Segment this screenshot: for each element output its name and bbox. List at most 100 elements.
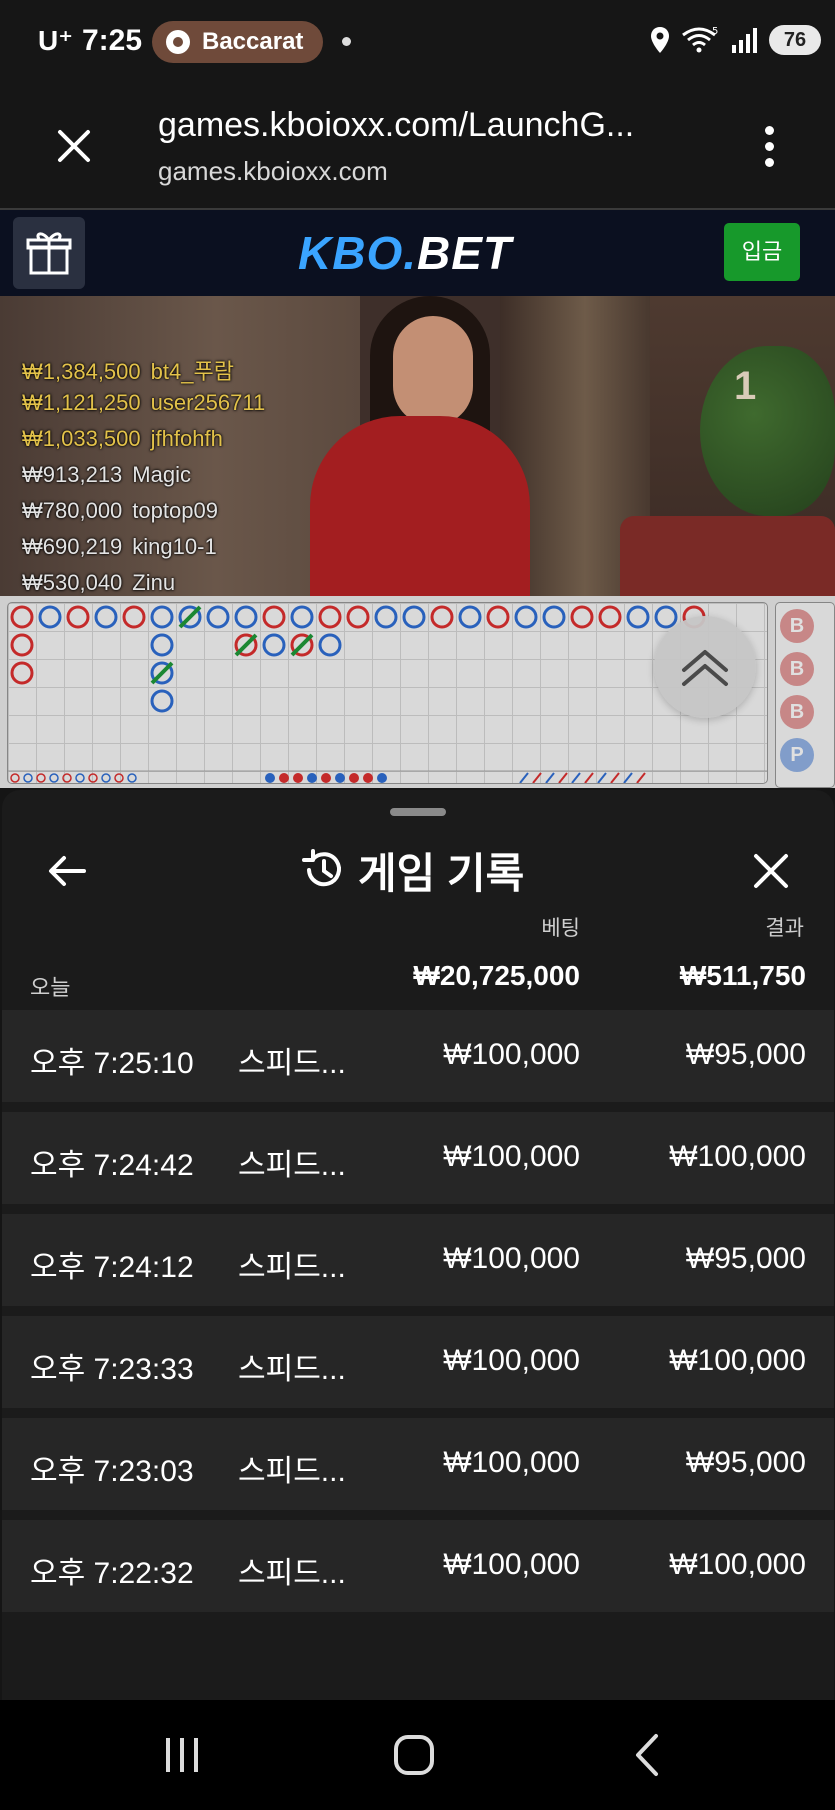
row-bet: ₩100,000 [443, 1344, 580, 1377]
status-icons: 5 76 [649, 18, 821, 62]
winner-user: toptop09 [132, 498, 218, 523]
row-bet: ₩100,000 [443, 1038, 580, 1071]
row-bet: ₩100,000 [443, 1548, 580, 1581]
roadmap-overlay [0, 596, 835, 788]
browser-toolbar: games.kboioxx.com/LaunchG... games.kboio… [0, 82, 835, 210]
active-app-chip[interactable]: Baccarat [152, 21, 324, 63]
winner-amount: ₩690,219 [22, 534, 123, 559]
winner-user: bt4_푸람 [150, 359, 234, 384]
winner-user: jfhfohfh [150, 426, 223, 451]
winner-amount: ₩1,384,500 [22, 359, 141, 384]
row-game: 스피드... [238, 1557, 346, 1590]
row-time: 오후 7:24:12 [30, 1251, 194, 1284]
row-bet: ₩100,000 [443, 1140, 580, 1173]
svg-text:5: 5 [712, 26, 718, 37]
dealer-face [393, 316, 473, 426]
wifi-icon: 5 [682, 26, 718, 53]
row-time: 오후 7:23:33 [30, 1353, 194, 1386]
plant-decor [700, 346, 835, 516]
page-domain: games.kboioxx.com [158, 156, 388, 186]
screen: U⁺ 7:25 Baccarat 5 76 games.kboioxx.com/… [0, 0, 835, 1810]
row-result: ₩95,000 [685, 1242, 806, 1275]
history-row[interactable]: 오후 7:24:42 스피드... ₩100,000 ₩100,000 [2, 1112, 834, 1204]
history-icon [302, 849, 341, 887]
app-chip-label: Baccarat [202, 28, 304, 55]
total-bet: ₩20,725,000 [413, 960, 580, 991]
row-bet: ₩100,000 [443, 1242, 580, 1275]
winner-user: Magic [132, 462, 191, 487]
winner-row: ₩1,033,500 jfhfohfh [22, 426, 265, 462]
row-game: 스피드... [238, 1047, 346, 1080]
result-column-header: 결과 [765, 917, 804, 940]
site-header: KBO.BET 입금 [0, 210, 835, 296]
back-arrow-icon[interactable] [44, 848, 90, 894]
dealer-body [310, 416, 530, 596]
row-bet: ₩100,000 [443, 1446, 580, 1479]
bet-column-header: 베팅 [541, 917, 580, 940]
sheet-title-text: 게임 기록 [358, 849, 525, 897]
today-label: 오늘 [30, 975, 71, 1000]
deposit-button[interactable]: 입금 [724, 223, 800, 281]
winner-amount: ₩1,121,250 [22, 390, 141, 415]
row-game: 스피드... [238, 1149, 346, 1182]
home-icon[interactable] [384, 1730, 444, 1780]
history-row[interactable]: 오후 7:22:32 스피드... ₩100,000 ₩100,000 [2, 1520, 834, 1612]
logo-part-1: KBO. [298, 227, 417, 279]
row-result: ₩100,000 [669, 1344, 806, 1377]
sofa-decor [620, 516, 835, 596]
row-game: 스피드... [238, 1455, 346, 1488]
system-nav-bar [0, 1700, 835, 1810]
baccarat-roadmap: BBBP [0, 596, 835, 788]
winner-row: ₩780,000 toptop09 [22, 498, 265, 534]
row-result: ₩100,000 [669, 1140, 806, 1173]
winner-row: ₩690,219 king10-1 [22, 534, 265, 570]
winner-user: Zinu [132, 570, 176, 595]
recent-apps-icon[interactable] [152, 1730, 212, 1780]
battery-indicator: 76 [769, 25, 821, 55]
winner-row: ₩913,213 Magic [22, 462, 265, 498]
row-time: 오후 7:23:03 [30, 1455, 194, 1488]
carrier-label: U⁺ [38, 25, 73, 56]
notification-dot-icon [342, 37, 351, 46]
history-row[interactable]: 오후 7:24:12 스피드... ₩100,000 ₩95,000 [2, 1214, 834, 1306]
gift-button[interactable] [13, 217, 85, 289]
site-logo[interactable]: KBO.BET [298, 226, 512, 280]
more-options-icon[interactable] [763, 126, 775, 167]
winner-amount: ₩780,000 [22, 498, 123, 523]
winner-user: king10-1 [132, 534, 217, 559]
live-dealer-video: 1 ₩1,384,500 bt4_푸람 ₩1,121,250 user256711 ₩1… [0, 296, 835, 596]
row-time: 오후 7:24:42 [30, 1149, 194, 1182]
total-result: ₩511,750 [679, 960, 806, 991]
winner-amount: ₩530,040 [22, 570, 123, 595]
history-list: 오후 7:25:10 스피드... ₩100,000 ₩95,000 오후 7:… [2, 1010, 834, 1622]
winner-row: ₩530,040 Zinu [22, 570, 265, 596]
close-tab-icon[interactable] [50, 122, 98, 170]
shoe-number: 1 [734, 364, 757, 408]
location-icon [651, 27, 669, 53]
history-row[interactable]: 오후 7:25:10 스피드... ₩100,000 ₩95,000 [2, 1010, 834, 1102]
winner-amount: ₩913,213 [22, 462, 123, 487]
sheet-title: 게임 기록 [300, 840, 524, 900]
winner-user: user256711 [150, 390, 266, 415]
sheet-drag-handle[interactable] [390, 808, 446, 816]
winner-row: ₩1,384,500 bt4_푸람 [22, 354, 265, 390]
gift-icon [26, 232, 72, 275]
history-row[interactable]: 오후 7:23:03 스피드... ₩100,000 ₩95,000 [2, 1418, 834, 1510]
close-icon[interactable] [746, 846, 796, 896]
page-url-title[interactable]: games.kboioxx.com/LaunchG... [158, 106, 634, 145]
logo-part-2: BET [417, 227, 512, 279]
row-result: ₩100,000 [669, 1548, 806, 1581]
row-time: 오후 7:25:10 [30, 1047, 194, 1080]
row-result: ₩95,000 [685, 1038, 806, 1071]
winner-amount: ₩1,033,500 [22, 426, 141, 451]
status-time: 7:25 [82, 24, 143, 57]
back-nav-icon[interactable] [620, 1730, 680, 1780]
row-result: ₩95,000 [685, 1446, 806, 1479]
game-history-sheet: 게임 기록 베팅 결과 오늘 ₩20,725,000 ₩511,750 오후 7… [2, 790, 834, 1700]
status-bar: U⁺ 7:25 Baccarat 5 76 [0, 0, 835, 82]
row-time: 오후 7:22:32 [30, 1557, 194, 1590]
row-game: 스피드... [238, 1251, 346, 1284]
history-row[interactable]: 오후 7:23:33 스피드... ₩100,000 ₩100,000 [2, 1316, 834, 1408]
winners-feed: ₩1,384,500 bt4_푸람 ₩1,121,250 user256711 ₩1,0… [22, 354, 265, 596]
row-game: 스피드... [238, 1353, 346, 1386]
